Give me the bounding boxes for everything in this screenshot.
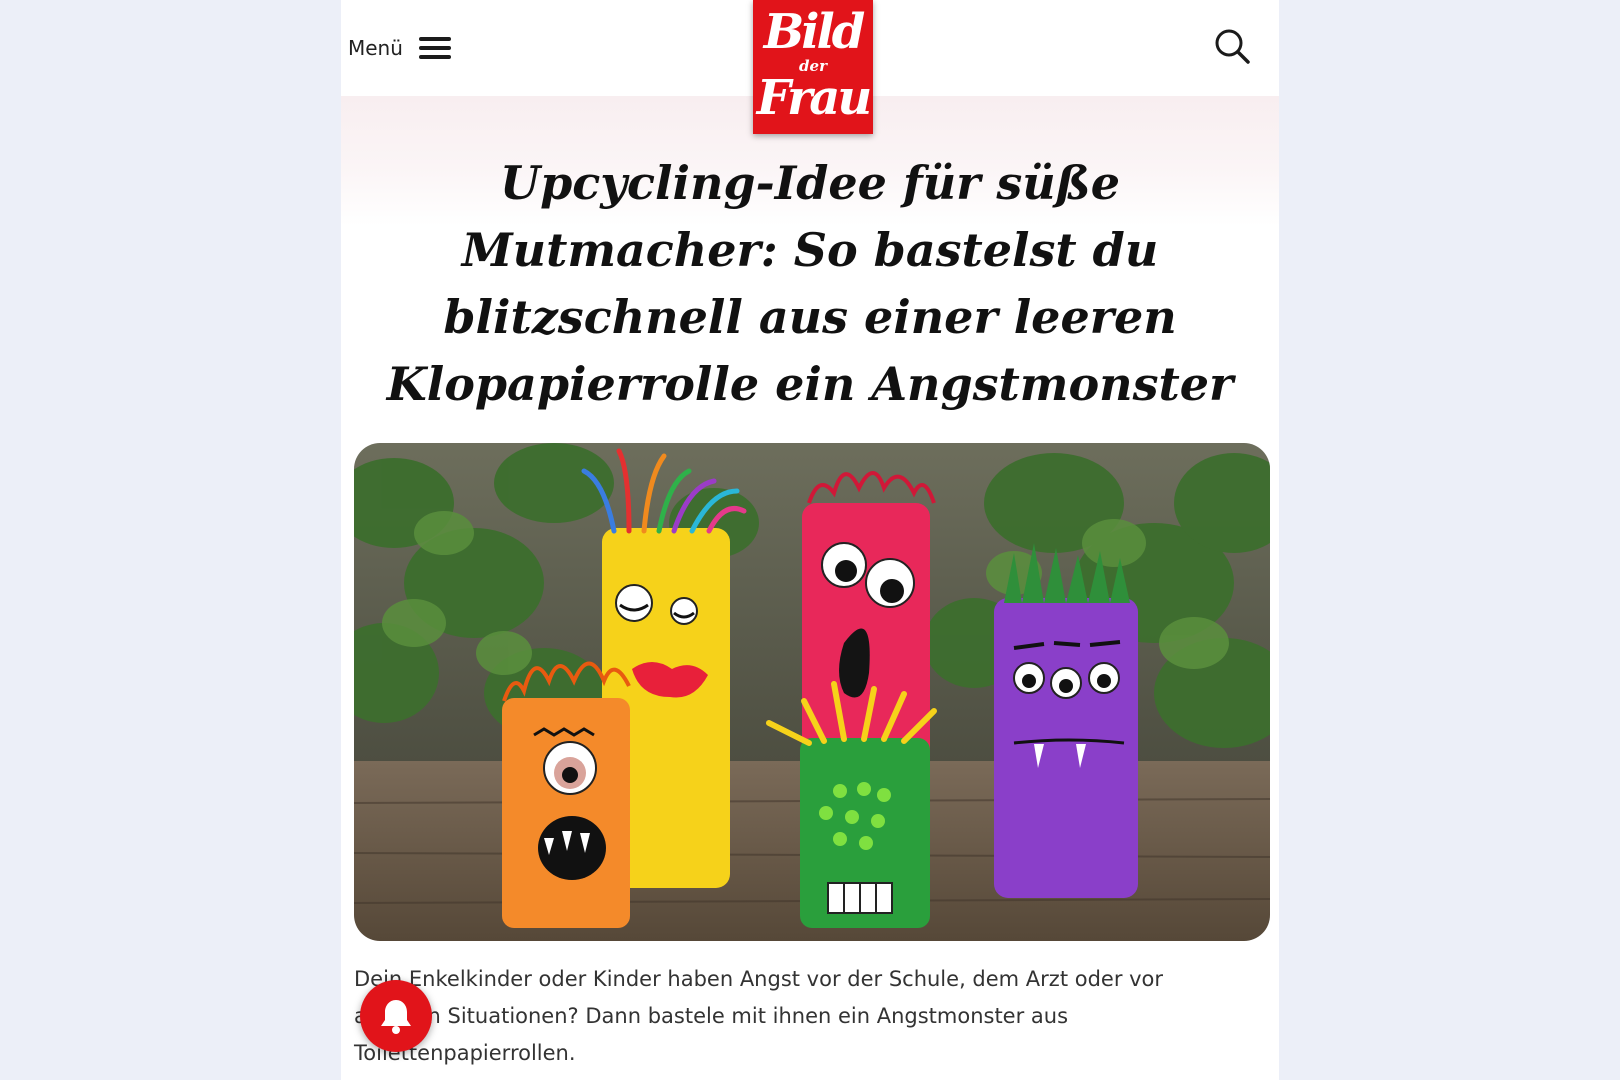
logo-line-bild: Bild — [763, 4, 866, 60]
menu-button[interactable]: Menü — [348, 30, 451, 66]
article-hero-image — [354, 443, 1270, 941]
hamburger-icon — [418, 37, 451, 59]
search-icon — [1215, 29, 1250, 64]
page: Menü Bild der Frau Upcycling-Idee für sü… — [341, 0, 1279, 1080]
logo-line-frau: Frau — [756, 70, 873, 126]
bild-der-frau-logo[interactable]: Bild der Frau — [753, 0, 873, 134]
article-headline: Upcycling-Idee für süße Mutmacher: So ba… — [386, 156, 1234, 411]
article-intro: Dein Enkelkinder oder Kinder haben Angst… — [354, 967, 1164, 1065]
bell-icon — [381, 1000, 411, 1034]
notification-button[interactable] — [360, 980, 432, 1052]
menu-label: Menü — [348, 36, 403, 60]
search-button[interactable] — [1212, 26, 1252, 66]
